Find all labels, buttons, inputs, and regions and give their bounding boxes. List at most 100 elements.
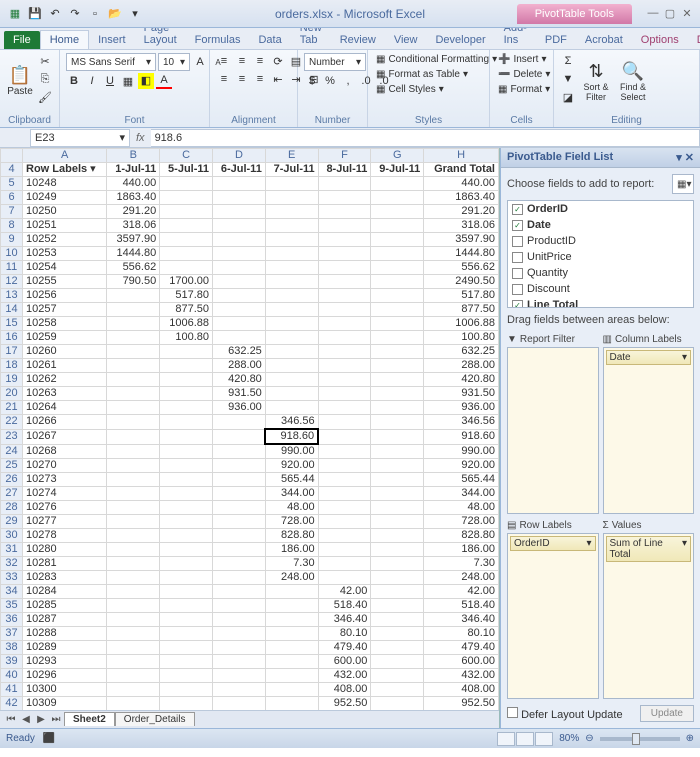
cell[interactable]: [318, 515, 371, 529]
cell[interactable]: 186.00: [424, 543, 499, 557]
cell[interactable]: 42.00: [424, 585, 499, 599]
row-header[interactable]: 20: [1, 387, 23, 401]
cell[interactable]: 1006.88: [160, 317, 213, 331]
tab-insert[interactable]: Insert: [89, 31, 135, 49]
paste-button[interactable]: 📋 Paste: [6, 53, 34, 109]
cell[interactable]: [213, 669, 266, 683]
cell[interactable]: [213, 289, 266, 303]
col-header[interactable]: F: [318, 149, 371, 163]
percent-icon[interactable]: %: [322, 73, 338, 89]
grow-font-icon[interactable]: A: [192, 54, 208, 70]
cell[interactable]: [371, 585, 424, 599]
cell[interactable]: 248.00: [424, 571, 499, 585]
cell[interactable]: [265, 219, 318, 233]
cell[interactable]: [213, 501, 266, 515]
cell[interactable]: 80.10: [318, 627, 371, 641]
cell[interactable]: [371, 401, 424, 415]
cell[interactable]: [107, 571, 160, 585]
field-list-close-icon[interactable]: ✕: [685, 152, 694, 164]
cell[interactable]: [371, 205, 424, 219]
fill-icon[interactable]: ▼: [560, 71, 576, 87]
cell[interactable]: [318, 571, 371, 585]
cell[interactable]: [213, 543, 266, 557]
row-header[interactable]: 29: [1, 515, 23, 529]
cell[interactable]: [318, 233, 371, 247]
cell[interactable]: 291.20: [424, 205, 499, 219]
insert-cells-button[interactable]: ➕Insert▾: [496, 53, 549, 66]
cell[interactable]: 346.56: [265, 415, 318, 430]
col-header[interactable]: C: [160, 149, 213, 163]
row-header[interactable]: 34: [1, 585, 23, 599]
cell[interactable]: 318.06: [107, 219, 160, 233]
cell[interactable]: [318, 387, 371, 401]
cell[interactable]: [265, 627, 318, 641]
cell[interactable]: 632.25: [424, 345, 499, 359]
save-icon[interactable]: 💾: [26, 5, 44, 23]
pivot-row-label[interactable]: 10293: [23, 655, 107, 669]
cell[interactable]: 420.80: [213, 373, 266, 387]
excel-icon[interactable]: ▦: [6, 5, 24, 23]
macro-record-icon[interactable]: ⬛: [43, 733, 55, 744]
cell[interactable]: [213, 473, 266, 487]
cell[interactable]: 918.60: [424, 429, 499, 444]
cell[interactable]: [160, 429, 213, 444]
field-list-fields[interactable]: OrderIDDateProductIDUnitPriceQuantityDis…: [507, 200, 694, 308]
cell[interactable]: [318, 529, 371, 543]
cell[interactable]: [265, 655, 318, 669]
cell[interactable]: [213, 529, 266, 543]
cell[interactable]: [265, 599, 318, 613]
cell[interactable]: [318, 359, 371, 373]
undo-icon[interactable]: ↶: [46, 5, 64, 23]
cell[interactable]: [213, 429, 266, 444]
cell[interactable]: [213, 177, 266, 191]
col-header[interactable]: A: [23, 149, 107, 163]
cell[interactable]: 48.00: [265, 501, 318, 515]
row-header[interactable]: 24: [1, 444, 23, 459]
row-header[interactable]: 42: [1, 697, 23, 711]
cell[interactable]: [318, 444, 371, 459]
cell[interactable]: [107, 303, 160, 317]
cell[interactable]: [371, 655, 424, 669]
page-break-view-icon[interactable]: [535, 732, 553, 746]
decrease-indent-icon[interactable]: ⇤: [270, 71, 286, 87]
cell[interactable]: 936.00: [424, 401, 499, 415]
cell[interactable]: [213, 459, 266, 473]
cell[interactable]: [213, 261, 266, 275]
align-center-icon[interactable]: ≡: [234, 71, 250, 87]
cell[interactable]: [213, 599, 266, 613]
cell[interactable]: 432.00: [424, 669, 499, 683]
cell[interactable]: 291.20: [107, 205, 160, 219]
cell[interactable]: [213, 275, 266, 289]
area-row-labels[interactable]: ▤Row Labels OrderID▾: [507, 518, 599, 700]
cell[interactable]: [107, 669, 160, 683]
row-header[interactable]: 36: [1, 613, 23, 627]
row-header[interactable]: 33: [1, 571, 23, 585]
cell[interactable]: [160, 571, 213, 585]
cell[interactable]: 3597.90: [107, 233, 160, 247]
field-orderid[interactable]: OrderID: [508, 201, 693, 217]
tab-first-icon[interactable]: ⏮: [4, 714, 18, 725]
pivot-row-label[interactable]: 10259: [23, 331, 107, 345]
cell[interactable]: [318, 429, 371, 444]
cell[interactable]: [160, 415, 213, 430]
cell[interactable]: 952.50: [318, 697, 371, 711]
cell[interactable]: [371, 571, 424, 585]
row-header[interactable]: 41: [1, 683, 23, 697]
pivot-row-label[interactable]: 10255: [23, 275, 107, 289]
cell[interactable]: [107, 429, 160, 444]
cell[interactable]: [213, 219, 266, 233]
cell[interactable]: [160, 515, 213, 529]
cell[interactable]: [371, 613, 424, 627]
cell[interactable]: [107, 585, 160, 599]
row-header[interactable]: 4: [1, 163, 23, 177]
cell[interactable]: [371, 669, 424, 683]
number-format-select[interactable]: Number▾: [304, 53, 366, 71]
cell[interactable]: [160, 473, 213, 487]
cut-icon[interactable]: ✂: [37, 53, 53, 69]
cell[interactable]: [371, 345, 424, 359]
cell[interactable]: [160, 387, 213, 401]
pivot-row-label[interactable]: 10300: [23, 683, 107, 697]
cell[interactable]: [318, 543, 371, 557]
cell[interactable]: [160, 613, 213, 627]
cell[interactable]: [318, 459, 371, 473]
